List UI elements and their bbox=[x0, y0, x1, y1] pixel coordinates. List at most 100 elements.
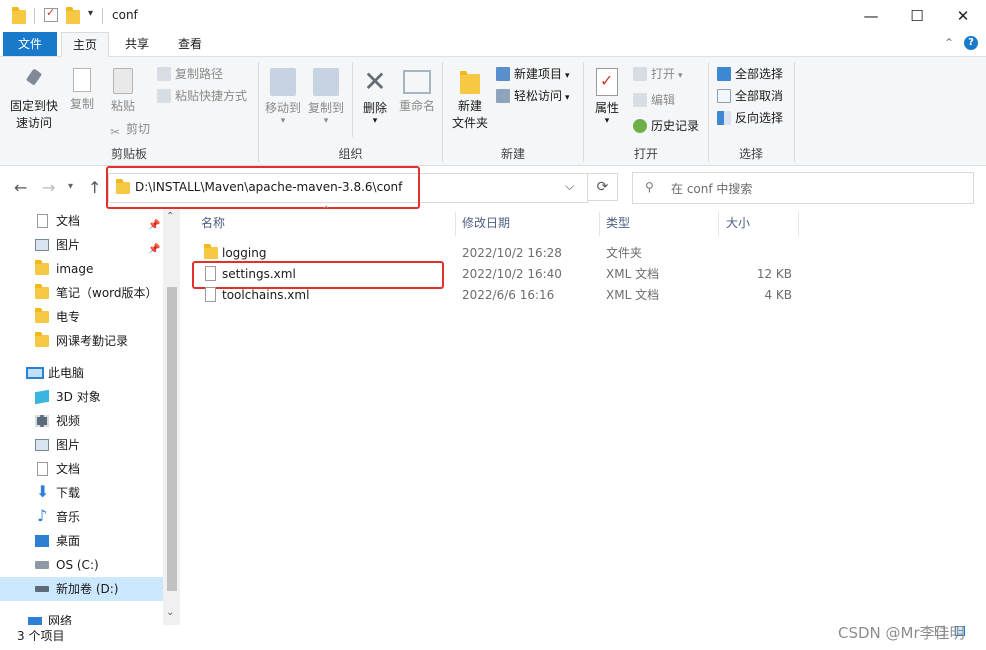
rename-label: 重命名 bbox=[398, 99, 435, 113]
nav-item-network[interactable]: 网络 bbox=[0, 609, 163, 625]
select-none-icon bbox=[717, 89, 731, 103]
copy-button[interactable]: 复制 bbox=[64, 68, 100, 113]
easy-access-button[interactable]: 轻松访问 ▾ bbox=[496, 86, 570, 106]
tab-home[interactable]: 主页 bbox=[61, 32, 109, 57]
select-all-button[interactable]: 全部选择 bbox=[717, 64, 783, 84]
properties-quick-icon[interactable]: ✓ bbox=[44, 6, 58, 22]
nav-item-documents[interactable]: 文档 📌 bbox=[0, 209, 163, 233]
refresh-icon[interactable]: ⟳ bbox=[588, 173, 618, 201]
scroll-down-icon[interactable]: ⌄ bbox=[166, 607, 174, 618]
nav-item-music[interactable]: ♪ 音乐 bbox=[0, 505, 163, 529]
file-row[interactable]: toolchains.xml 2022/6/6 16:16 XML 文档 4 K… bbox=[196, 285, 796, 305]
copy-path-button[interactable]: 复制路径 bbox=[157, 64, 223, 84]
drive-icon bbox=[35, 586, 49, 592]
nav-item-label: 网络 bbox=[48, 614, 73, 625]
nav-item-label: image bbox=[56, 262, 94, 276]
history-label: 历史记录 bbox=[651, 119, 700, 133]
column-header-type[interactable]: 类型 bbox=[606, 212, 630, 234]
group-label-clipboard: 剪贴板 bbox=[110, 147, 147, 161]
copy-label: 复制 bbox=[69, 97, 94, 111]
history-button[interactable]: 历史记录 bbox=[633, 116, 699, 136]
document-icon bbox=[37, 214, 48, 228]
nav-item-desktop[interactable]: 桌面 bbox=[0, 529, 163, 553]
rename-icon bbox=[403, 70, 431, 94]
tab-share[interactable]: 共享 bbox=[113, 32, 161, 56]
move-to-button[interactable]: 移动到 ▾ bbox=[262, 68, 304, 126]
chevron-down-icon: ▾ bbox=[565, 71, 570, 81]
column-header-size[interactable]: 大小 bbox=[726, 212, 750, 234]
column-header-name[interactable]: 名称 bbox=[201, 212, 225, 234]
new-folder-button[interactable]: 新建 文件夹 bbox=[448, 68, 492, 132]
invert-selection-button[interactable]: 反向选择 bbox=[717, 108, 783, 128]
nav-item-this-pc[interactable]: 此电脑 bbox=[0, 361, 163, 385]
rename-button[interactable]: 重命名 bbox=[396, 68, 438, 115]
tab-view[interactable]: 查看 bbox=[166, 32, 214, 56]
paste-label: 粘贴 bbox=[110, 99, 135, 113]
delete-label: 删除 bbox=[362, 101, 387, 115]
nav-item-3d-objects[interactable]: 3D 对象 bbox=[0, 385, 163, 409]
network-icon bbox=[28, 617, 42, 625]
search-box[interactable]: ⚲ 在 conf 中搜索 bbox=[632, 172, 974, 204]
easy-access-icon bbox=[496, 89, 510, 103]
paste-shortcut-label: 粘贴快捷方式 bbox=[175, 89, 248, 103]
select-none-button[interactable]: 全部取消 bbox=[717, 86, 783, 106]
file-modified: 2022/10/2 16:28 bbox=[462, 246, 562, 260]
collapse-ribbon-icon[interactable]: ⌃ bbox=[944, 36, 954, 50]
new-item-button[interactable]: 新建项目 ▾ bbox=[496, 64, 570, 84]
file-size: 12 KB bbox=[756, 267, 792, 281]
paste-button[interactable]: 粘贴 bbox=[104, 68, 142, 115]
column-header-modified[interactable]: 修改日期 bbox=[462, 212, 510, 234]
recent-locations-icon[interactable]: ▾ bbox=[68, 181, 73, 192]
delete-button[interactable]: ✕ 删除 ▾ bbox=[356, 68, 394, 126]
chevron-down-icon: ▾ bbox=[280, 116, 286, 126]
nav-item-label: 图片 bbox=[56, 238, 81, 252]
edit-button[interactable]: 编辑 bbox=[633, 90, 675, 110]
nav-item-attendance[interactable]: 网课考勤记录 bbox=[0, 329, 163, 353]
properties-button[interactable]: ✓ 属性 ▾ bbox=[589, 68, 625, 126]
cut-button[interactable]: ✂ 剪切 bbox=[108, 119, 150, 139]
tab-file[interactable]: 文件 bbox=[3, 32, 57, 56]
scrollbar-thumb[interactable] bbox=[167, 287, 177, 591]
copy-to-button[interactable]: 复制到 ▾ bbox=[305, 68, 347, 126]
paste-shortcut-button[interactable]: 粘贴快捷方式 bbox=[157, 86, 247, 106]
divider bbox=[455, 212, 456, 236]
pin-quick-access-button[interactable]: 固定到快 速访问 bbox=[6, 68, 62, 132]
folder-icon bbox=[35, 260, 49, 275]
back-arrow-icon[interactable]: ← bbox=[14, 178, 27, 197]
nav-item-drive-d[interactable]: 新加卷 (D:) bbox=[0, 577, 163, 601]
nav-item-videos[interactable]: 视频 bbox=[0, 409, 163, 433]
chevron-down-icon: ▾ bbox=[372, 116, 378, 126]
new-folder-quick-icon[interactable] bbox=[66, 7, 80, 24]
properties-icon: ✓ bbox=[596, 68, 618, 96]
nav-item-pictures[interactable]: 图片 📌 bbox=[0, 233, 163, 257]
nav-item-notes[interactable]: 笔记（word版本） bbox=[0, 281, 163, 305]
chevron-down-icon: ▾ bbox=[604, 116, 610, 126]
os-drive-icon bbox=[35, 561, 49, 569]
search-icon: ⚲ bbox=[645, 180, 654, 194]
search-placeholder: 在 conf 中搜索 bbox=[671, 182, 753, 196]
nav-item-dianzhuan[interactable]: 电专 bbox=[0, 305, 163, 329]
file-modified: 2022/10/2 16:40 bbox=[462, 267, 562, 281]
nav-item-pc-documents[interactable]: 文档 bbox=[0, 457, 163, 481]
nav-item-downloads[interactable]: ⬇ 下载 bbox=[0, 481, 163, 505]
nav-scrollbar[interactable]: ⌃ ⌄ bbox=[163, 209, 180, 625]
close-button[interactable]: ✕ bbox=[940, 0, 986, 32]
nav-item-label: 文档 bbox=[56, 462, 81, 476]
scroll-up-icon[interactable]: ⌃ bbox=[166, 211, 174, 222]
chevron-down-icon[interactable]: ⌵ bbox=[565, 179, 574, 194]
forward-arrow-icon[interactable]: → bbox=[42, 178, 55, 197]
file-row[interactable]: logging 2022/10/2 16:28 文件夹 bbox=[196, 243, 796, 263]
sort-ascending-icon: ⌃ bbox=[322, 205, 331, 216]
history-icon bbox=[633, 119, 647, 133]
customize-toolbar-icon[interactable]: ▾ bbox=[88, 8, 93, 19]
nav-item-image[interactable]: image bbox=[0, 257, 163, 281]
minimize-button[interactable]: — bbox=[848, 0, 894, 32]
open-button[interactable]: 打开 ▾ bbox=[633, 64, 683, 84]
nav-item-pc-pictures[interactable]: 图片 bbox=[0, 433, 163, 457]
invert-selection-icon bbox=[717, 111, 731, 125]
up-arrow-icon[interactable]: ↑ bbox=[88, 178, 101, 197]
help-icon[interactable]: ? bbox=[964, 36, 978, 50]
nav-item-drive-c[interactable]: OS (C:) bbox=[0, 553, 163, 577]
divider bbox=[102, 8, 103, 24]
maximize-button[interactable]: ☐ bbox=[894, 0, 940, 32]
